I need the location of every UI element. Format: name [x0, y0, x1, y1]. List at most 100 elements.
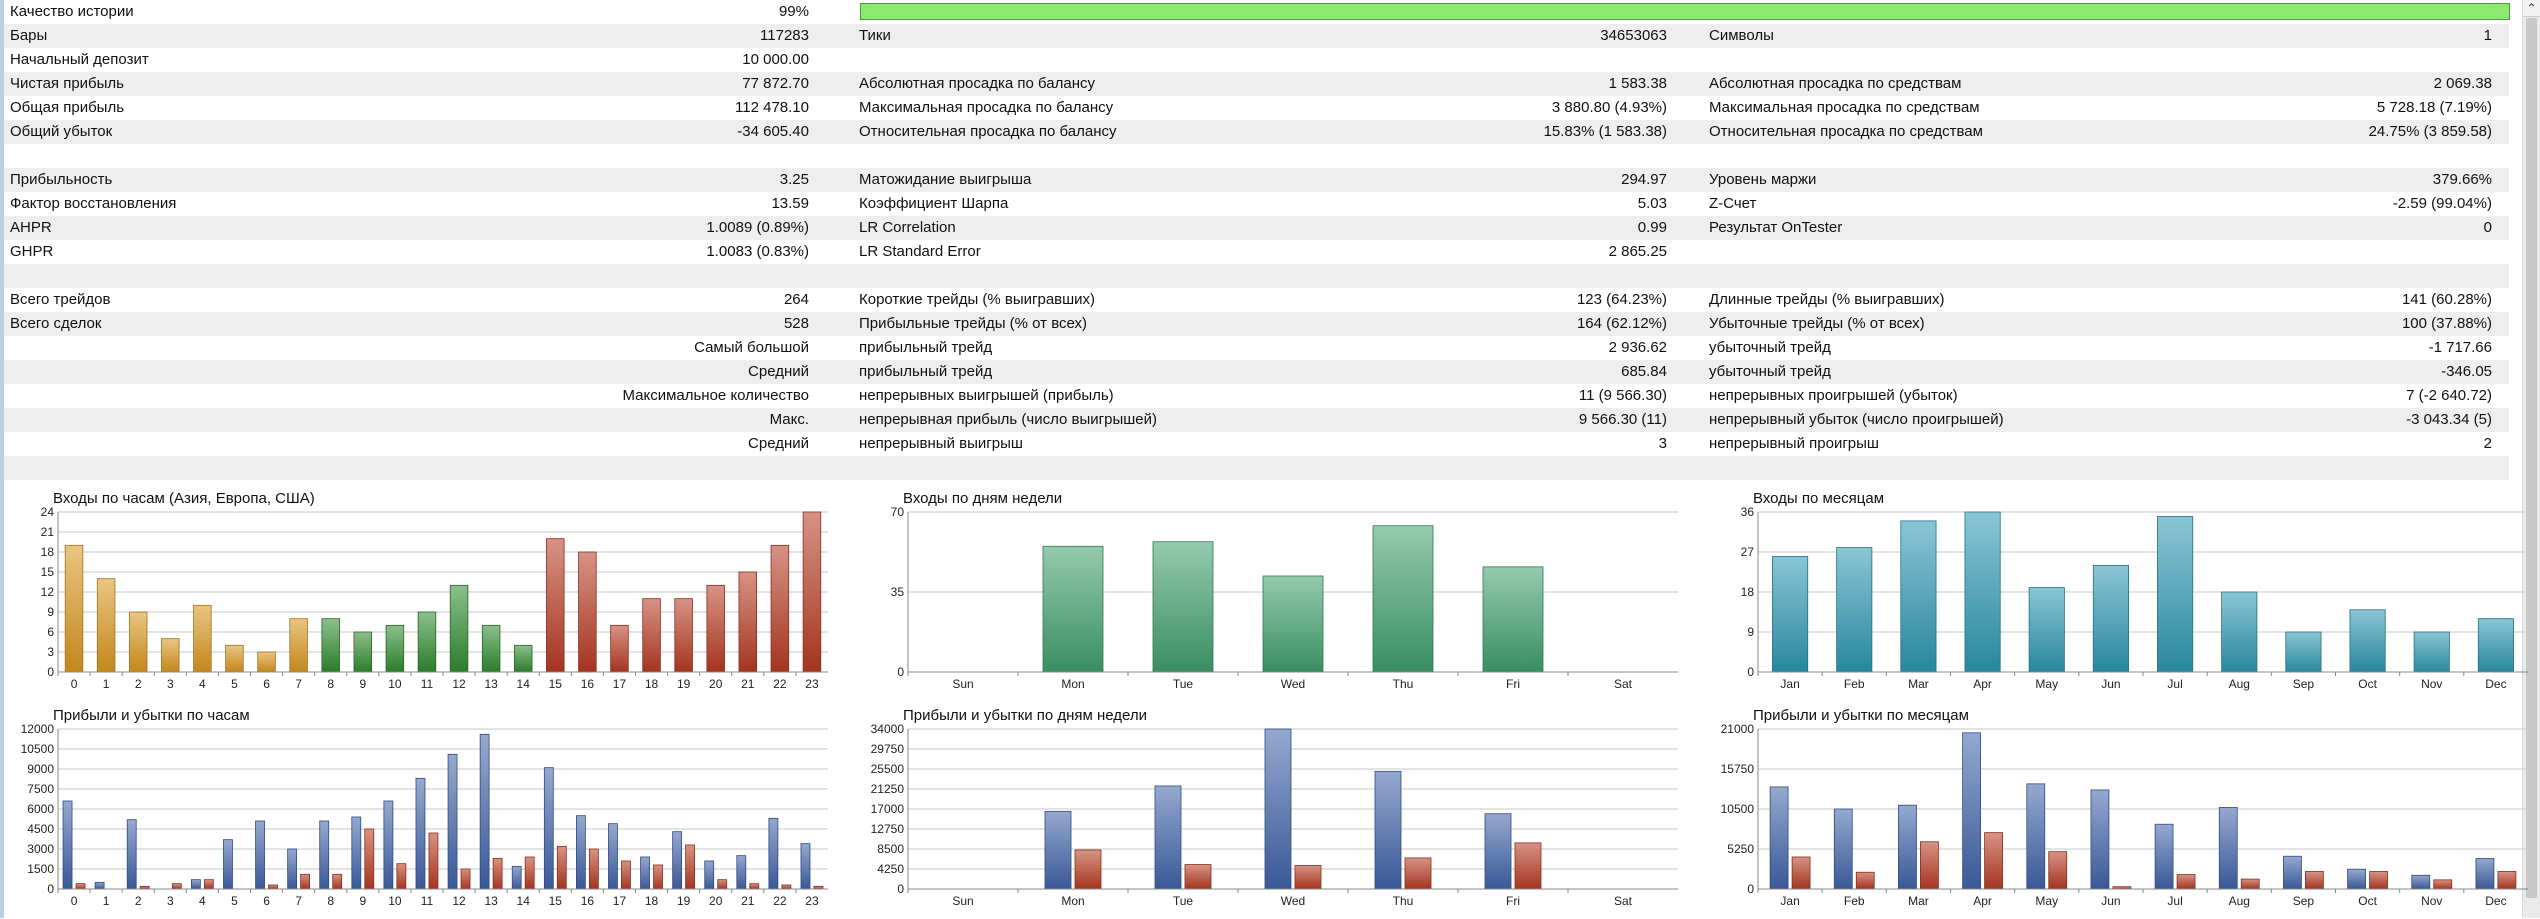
loss-bar	[1984, 832, 2003, 890]
stats-row: Чистая прибыль 77 872.70 Абсолютная просад…	[4, 72, 2509, 96]
stat-label: Тики	[859, 27, 891, 44]
stat-value: 77 872.70	[742, 75, 809, 92]
loss-bar	[1074, 849, 1102, 890]
loss-bar	[781, 884, 792, 890]
stats-row: Самый большой прибыльный трейд 2 936.62 убы…	[4, 336, 2509, 360]
loss-bar	[203, 879, 214, 890]
chart-pnl-by-weekday: Прибыли и убытки по дням недели 0 4250 8500…	[858, 704, 1693, 919]
loss-bar	[1791, 856, 1811, 890]
x-tick-label: Feb	[1844, 677, 1865, 691]
stat-label: Средний	[748, 435, 809, 452]
x-tick-label: Dec	[2485, 677, 2506, 691]
chart-pnl-by-hour: Прибыли и убытки по часам 0 1500 3000 4500 60…	[8, 704, 843, 919]
x-tick-label: 5	[231, 894, 238, 908]
stats-row: Средний непрерывный выигрыш 3 непрерывный п…	[4, 432, 2509, 456]
y-tick-label: 4500	[27, 822, 54, 836]
profit-bar	[383, 800, 394, 890]
loss-bar	[2048, 851, 2068, 890]
scroll-up-icon[interactable]: ⌃	[2523, 0, 2540, 17]
stats-row	[4, 144, 2509, 168]
y-tick-label: 5250	[1727, 842, 1754, 856]
bar	[64, 544, 84, 673]
stat-label: AHPR	[10, 219, 52, 236]
y-tick-label: 10500	[21, 742, 55, 756]
bar	[1900, 520, 1937, 673]
stat-value: -3 043.34 (5)	[2406, 411, 2492, 428]
stats-row: Макс. непрерывная прибыль (число выигрыше…	[4, 408, 2509, 432]
loss-bar	[364, 828, 375, 890]
stat-label: Самый большой	[694, 339, 809, 356]
profit-bar	[255, 820, 265, 890]
bar	[2349, 609, 2386, 673]
x-tick-label: 19	[677, 677, 691, 691]
stat-label: LR Correlation	[859, 219, 956, 236]
profit-bar	[1769, 786, 1789, 890]
x-tick-label: Feb	[1844, 894, 1865, 908]
bar	[1836, 547, 1873, 673]
y-tick-label: 0	[47, 665, 54, 679]
stats-row-quality: Качество истории 99%	[4, 0, 2510, 24]
bar	[1042, 545, 1104, 673]
loss-bar	[2240, 878, 2260, 890]
loss-bar	[717, 879, 728, 890]
stat-value: 379.66%	[2432, 171, 2492, 188]
stats-row: Общая прибыль 112 478.10 Максимальная прос…	[4, 96, 2509, 120]
x-tick-label: 17	[613, 894, 627, 908]
stat-value: 100 (37.88%)	[2401, 315, 2492, 332]
x-tick-label: Aug	[2229, 894, 2250, 908]
y-tick-label: 27	[1741, 545, 1755, 559]
profit-bar	[2283, 855, 2302, 890]
profit-bar	[190, 879, 201, 890]
y-tick-label: 6	[47, 625, 54, 639]
x-tick-label: Thu	[1393, 677, 1414, 691]
stats-row: Всего сделок 528 Прибыльные трейды (% от в…	[4, 312, 2509, 336]
profit-bar	[2090, 789, 2110, 890]
bar	[385, 624, 405, 673]
x-tick-label: Jan	[1780, 894, 1799, 908]
y-tick-label: 0	[897, 882, 904, 896]
stat-value: 2	[2483, 435, 2492, 452]
loss-bar	[1920, 841, 1939, 890]
y-tick-label: 34000	[871, 722, 905, 736]
stat-label: Общий убыток	[10, 123, 113, 140]
stat-value: -1 717.66	[2428, 339, 2492, 356]
profit-bar	[1154, 785, 1182, 890]
y-tick-label: 21000	[1721, 722, 1755, 736]
x-tick-label: Nov	[2421, 677, 2442, 691]
x-tick-label: Dec	[2485, 894, 2506, 908]
stats-row: Прибыльность 3.25 Матожидание выигрыша 294.…	[4, 168, 2509, 192]
loss-bar	[685, 844, 696, 890]
x-tick-label: 3	[167, 894, 174, 908]
bar	[193, 604, 212, 673]
stat-label: LR Standard Error	[859, 243, 981, 260]
loss-bar	[1184, 864, 1212, 890]
bar	[1482, 566, 1544, 673]
y-tick-label: 6000	[27, 802, 54, 816]
bar	[610, 624, 629, 673]
profit-bar	[2154, 823, 2174, 890]
stat-label: непрерывная прибыль (число выигрышей)	[859, 411, 1157, 428]
x-tick-label: Jul	[2167, 677, 2182, 691]
loss-bar	[1404, 857, 1432, 890]
profit-bar	[800, 843, 811, 890]
y-tick-label: 0	[1747, 882, 1754, 896]
quality-value: 99%	[778, 3, 809, 20]
profit-bar	[1484, 813, 1512, 890]
y-tick-label: 36	[1741, 505, 1755, 519]
stat-label: Фактор восстановления	[10, 195, 177, 212]
chart-title: Входы по дням недели	[903, 490, 1062, 507]
stats-row	[4, 264, 2509, 288]
stat-label: Z-Счет	[1709, 195, 1757, 212]
stat-value: -2.59 (99.04%)	[2392, 195, 2492, 212]
x-tick-label: Tue	[1173, 894, 1194, 908]
chart-svg: Прибыли и убытки по часам015003000450060…	[21, 707, 828, 908]
y-tick-label: 7500	[27, 782, 54, 796]
stat-label: непрерывный проигрыш	[1709, 435, 1879, 452]
chart-title: Входы по часам (Азия, Европа, США)	[53, 490, 315, 507]
stat-label: Относительная просадка по средствам	[1709, 123, 1983, 140]
stat-label: Всего трейдов	[10, 291, 111, 308]
stat-value: 15.83% (1 583.38)	[1543, 123, 1667, 140]
stat-value: 1 583.38	[1608, 75, 1667, 92]
stat-label: Результат OnTester	[1709, 219, 1843, 236]
profit-bar	[126, 819, 137, 890]
